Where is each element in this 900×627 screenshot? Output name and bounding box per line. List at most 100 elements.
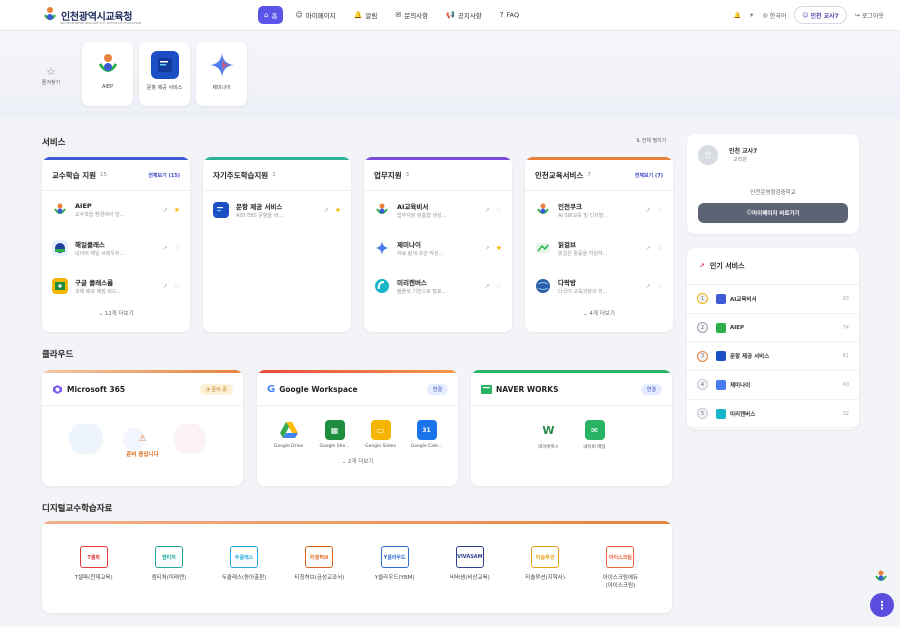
digital-resource-item[interactable]: 티솔루션 티솔루션(지학사): [509, 546, 581, 589]
service-item[interactable]: 구글 클래스룸 과제 배포·채점·피드... ↗ ☆: [42, 267, 190, 305]
popular-item[interactable]: 2 AIEP 74: [687, 314, 859, 343]
bell-icon: 🔔: [353, 11, 363, 19]
mypage-shortcut-button[interactable]: ☺ 마이페이지 바로가기: [698, 203, 848, 223]
digital-resource-item[interactable]: VIVASAM 비바샘(비상교육): [434, 546, 506, 589]
external-link-icon[interactable]: ↗: [163, 245, 168, 252]
external-link-icon[interactable]: ↗: [646, 207, 651, 214]
external-link-icon[interactable]: ↗: [646, 245, 651, 252]
digital-resource-item[interactable]: 아이스크림 아이스크림에듀 (아이스크림): [584, 546, 656, 589]
app-naver-works[interactable]: W 네이버웍스: [528, 420, 570, 450]
connect-badge[interactable]: 연결: [640, 383, 662, 395]
popular-title: 인기 서비스: [709, 262, 745, 270]
star-outline-icon[interactable]: ☆: [657, 282, 663, 290]
star-filled-icon[interactable]: ★: [174, 206, 180, 214]
service-desc: AI·SW교육 및 디지털...: [558, 213, 609, 219]
quick-item-aiep[interactable]: AIEP: [82, 42, 133, 106]
quick-item-question-service[interactable]: 문항 제공 서비스: [139, 42, 190, 106]
popular-item[interactable]: 1 AI교육비서 93: [687, 285, 859, 314]
connect-badge[interactable]: 연결: [426, 383, 448, 395]
app-label: Google She...: [319, 444, 350, 449]
nav-mypage[interactable]: ☺ 마이페이지: [289, 6, 341, 24]
external-link-icon[interactable]: ↗: [324, 207, 329, 214]
star-outline-icon[interactable]: ☆: [174, 282, 180, 290]
user-button[interactable]: ☺ 인천 교사7: [794, 6, 847, 24]
app-naver-mail[interactable]: ✉ 네이버 메일: [574, 420, 616, 450]
nav-notifications[interactable]: 🔔 알림: [348, 6, 384, 24]
card-header: 자기주도학습지원 1: [203, 160, 351, 191]
incheon-logo-fab-icon[interactable]: [873, 569, 889, 585]
popular-item[interactable]: 5 미리캔버스 32: [687, 400, 859, 429]
service-item[interactable]: 문항 제공 서비스 AI와 EBS 문항을 바... ↗ ★: [203, 191, 351, 229]
app-google-calendar[interactable]: 31 Google Cale...: [406, 420, 448, 449]
google-g-icon: G: [267, 383, 276, 395]
service-item[interactable]: 인천쿠크 AI·SW교육 및 디지털... ↗ ☆: [525, 191, 673, 229]
star-outline-icon[interactable]: ☆: [657, 244, 663, 252]
service-item[interactable]: 제미나이 자료 탐색·초안 작성... ↗ ★: [364, 229, 512, 267]
notification-bell-icon[interactable]: 🔔: [734, 6, 741, 24]
view-all-link[interactable]: 전체보기 (7): [635, 172, 663, 179]
preparing-notice: 준비 중입니다: [126, 452, 159, 458]
language-button[interactable]: ◎ 한국어: [762, 6, 786, 24]
service-desc: 템플릿 기반으로 발표...: [397, 289, 447, 295]
profile-card: 인 인천 교사7 교직원 인천운영점검중학교 ☺ 마이페이지 바로가기: [687, 134, 859, 234]
show-more-button[interactable]: ⌄ 2개 더보기: [257, 457, 458, 465]
show-more-button[interactable]: ⌄ 4개 더보기: [525, 309, 673, 317]
service-item[interactable]: AI교육비서 업무지원 맞춤형 생성... ↗ ☆: [364, 191, 512, 229]
service-name: AI교육비서: [397, 203, 429, 211]
service-item[interactable]: 다락방 다국어 교육과정과 학... ↗ ☆: [525, 267, 673, 305]
top-header: 인천광역시교육청 INCHEON METROPOLITAN CITY OFFIC…: [0, 0, 900, 31]
digital-resource-item[interactable]: 두클래스 두클래스(동아출판): [208, 546, 280, 589]
favorites-label: 즐겨찾기: [41, 80, 61, 86]
theme-toggle-icon[interactable]: ☀: [749, 6, 754, 24]
service-desc: 과제 배포·채점·피드...: [75, 289, 122, 295]
star-filled-icon[interactable]: ★: [496, 244, 502, 252]
service-icon: [716, 293, 726, 304]
external-link-icon[interactable]: ↗: [485, 207, 490, 214]
resource-label: 비바샘(비상교육): [450, 575, 490, 581]
nav-inquiry[interactable]: ✉ 문의사항: [389, 6, 434, 24]
resource-logo: T셀파: [79, 546, 108, 568]
external-link-icon[interactable]: ↗: [646, 283, 651, 290]
view-all-link[interactable]: 전체보기 (15): [148, 172, 180, 179]
app-google-drive[interactable]: Google Drive: [268, 420, 310, 449]
main-nav: ⌂ 홈 ☺ 마이페이지 🔔 알림 ✉ 문의사항 📢 공지사항 ? FAQ: [258, 6, 525, 24]
nav-faq[interactable]: ? FAQ: [494, 6, 525, 24]
external-link-icon[interactable]: ↗: [163, 283, 168, 290]
external-link-icon[interactable]: ↗: [163, 207, 168, 214]
digital-resource-item[interactable]: 티칭허브 티칭허브(금성교과서): [283, 546, 355, 589]
service-item[interactable]: 읽걸브 읽걸은 활동을 지원하... ↗ ☆: [525, 229, 673, 267]
app-label: Google Cale...: [410, 444, 443, 449]
digital-resource-item[interactable]: 엠티처 엠티처(미래엔): [133, 546, 205, 589]
external-link-icon[interactable]: ↗: [485, 283, 490, 290]
usage-count: 32: [842, 410, 849, 417]
favorites-button[interactable]: ☆ 즐겨찾기: [38, 65, 64, 86]
show-more-button[interactable]: ⌄ 12개 더보기: [42, 309, 190, 317]
quick-item-gemini[interactable]: 제미나이: [196, 42, 247, 106]
star-outline-icon[interactable]: ☆: [496, 206, 502, 214]
popular-item[interactable]: 4 제미나이 40: [687, 371, 859, 400]
logout-button[interactable]: ↪ 로그아웃: [855, 6, 884, 24]
digital-resource-item[interactable]: Y클라우드 Y클라우드(YBM): [359, 546, 431, 589]
nav-home[interactable]: ⌂ 홈: [258, 6, 284, 24]
digital-resource-item[interactable]: T셀파 T셀파(천재교육): [58, 546, 130, 589]
external-link-icon[interactable]: ↗: [485, 245, 490, 252]
star-outline-icon[interactable]: ☆: [174, 244, 180, 252]
service-item[interactable]: 해일클래스 네이버 해일 브레우저... ↗ ☆: [42, 229, 190, 267]
app-google-slides[interactable]: ▭ Google Slides: [360, 420, 402, 449]
service-item[interactable]: AIEP 교수학습 환경에서 발... ↗ ★: [42, 191, 190, 229]
nav-notice[interactable]: 📢 공지사항: [440, 6, 488, 24]
star-outline-icon[interactable]: ☆: [496, 282, 502, 290]
card-title: Microsoft 365: [67, 384, 126, 394]
popular-item[interactable]: 3 문항 제공 서비스 61: [687, 342, 859, 372]
user-icon: ☺: [295, 11, 303, 19]
logout-label: 로그아웃: [861, 12, 884, 20]
star-outline-icon[interactable]: ☆: [657, 206, 663, 214]
resource-logo: 두클래스: [230, 546, 259, 568]
service-name: AIEP: [730, 324, 745, 331]
service-item[interactable]: 미리캔버스 템플릿 기반으로 발표... ↗ ☆: [364, 267, 512, 305]
more-menu-fab[interactable]: ⋮: [870, 593, 894, 617]
star-filled-icon[interactable]: ★: [335, 206, 341, 214]
site-logo[interactable]: 인천광역시교육청 INCHEON METROPOLITAN CITY OFFIC…: [42, 6, 141, 25]
app-google-sheets[interactable]: ▦ Google She...: [314, 420, 356, 449]
expand-all-button[interactable]: ⇅ 전체 펼치기: [636, 137, 666, 144]
